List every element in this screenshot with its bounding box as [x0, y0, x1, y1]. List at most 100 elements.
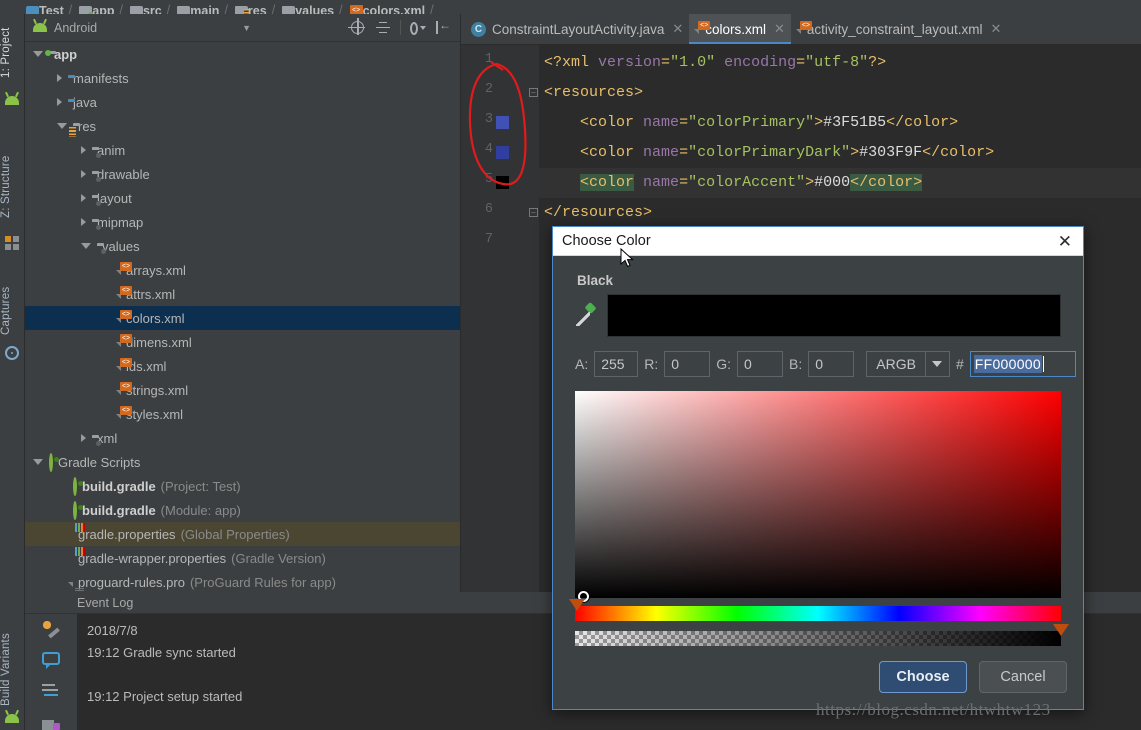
editor-tab-colors-xml[interactable]: colors.xml ✕ [689, 14, 791, 44]
close-icon[interactable]: ✕ [774, 21, 785, 37]
tree-item-gradle-wrapper-properties[interactable]: gradle-wrapper.properties (Gradle Version… [25, 546, 460, 570]
tree-expand-arrow[interactable] [57, 123, 67, 129]
tree-item-layout[interactable]: layout [25, 186, 460, 210]
tree-item-colors-xml[interactable]: colors.xml [25, 306, 460, 330]
green-input[interactable] [737, 351, 784, 377]
breadcrumb-item[interactable]: Test / [26, 0, 77, 14]
tree-expand-arrow[interactable] [81, 146, 86, 154]
target-icon[interactable] [350, 20, 366, 36]
tree-item-mipmap[interactable]: mipmap [25, 210, 460, 234]
gutter-color-swatch[interactable] [496, 176, 509, 189]
tree-item-xml[interactable]: xml [25, 426, 460, 450]
breadcrumb-item[interactable]: src / [129, 0, 175, 14]
cancel-button[interactable]: Cancel [979, 661, 1067, 693]
editor-gutter[interactable]: 1 2 3 4 5 6 7 – – [461, 45, 539, 592]
hex-input[interactable]: FF000000 [969, 351, 1076, 377]
breadcrumb-item[interactable]: main / [177, 0, 233, 14]
hue-slider-knob[interactable] [569, 599, 585, 611]
folder-icon [177, 6, 191, 14]
tree-item-anim[interactable]: anim [25, 138, 460, 162]
tree-item-ids-xml[interactable]: ids.xml [25, 354, 460, 378]
tree-item-dimens-xml[interactable]: dimens.xml [25, 330, 460, 354]
code-fold-toggle[interactable]: – [529, 208, 538, 217]
tree-item-drawable[interactable]: drawable [25, 162, 460, 186]
tree-item-gradle-properties[interactable]: gradle.properties (Global Properties) [25, 522, 460, 546]
collapse-all-icon[interactable] [375, 20, 391, 36]
tree-item-label: mipmap [97, 214, 144, 230]
hide-panel-icon[interactable] [435, 18, 451, 36]
color-mode-select[interactable]: ARGB [866, 351, 950, 377]
tree-expand-arrow[interactable] [81, 434, 86, 442]
choose-button[interactable]: Choose [879, 661, 967, 693]
tree-expand-arrow[interactable] [81, 218, 86, 226]
eyedropper-icon[interactable] [575, 304, 597, 328]
code-line[interactable]: <color name="colorPrimaryDark">#303F9F</… [539, 138, 1141, 168]
tree-expand-arrow[interactable] [81, 170, 86, 178]
sidebar-tab-project[interactable]: 1: Project [0, 18, 25, 88]
tree-item-build-gradle[interactable]: build.gradle (Project: Test) [25, 474, 460, 498]
tree-item-label: colors.xml [126, 310, 185, 326]
breadcrumb-separator: / [119, 3, 123, 14]
breadcrumb-item[interactable]: res / [234, 0, 280, 14]
red-input[interactable] [664, 351, 711, 377]
tree-item-manifests[interactable]: manifests [25, 66, 460, 90]
hue-slider[interactable] [569, 599, 1061, 621]
alpha-slider-knob[interactable] [1053, 624, 1069, 636]
gradle-icon [73, 476, 77, 496]
tree-item-res[interactable]: res [25, 114, 460, 138]
tree-expand-arrow[interactable] [57, 98, 62, 106]
saturation-value-square[interactable] [575, 391, 1061, 602]
gear-icon[interactable] [410, 20, 426, 36]
tree-item-arrays-xml[interactable]: arrays.xml [25, 258, 460, 282]
editor-tab-constraintlayoutactivity-java[interactable]: C ConstraintLayoutActivity.java ✕ [461, 14, 689, 44]
sidebar-tab-label: 1: Project [0, 27, 12, 79]
wrench-icon [42, 620, 60, 637]
tree-item-proguard-rules-pro[interactable]: proguard-rules.pro (ProGuard Rules for ap… [25, 570, 460, 592]
close-icon[interactable]: ✕ [1055, 233, 1075, 250]
breadcrumb-item[interactable]: app / [79, 0, 128, 14]
code-line[interactable]: <color name="colorPrimary">#3F51B5</colo… [539, 108, 1141, 138]
tree-expand-arrow[interactable] [81, 243, 91, 249]
chevron-down-icon[interactable]: ▼ [242, 23, 251, 33]
project-view-selector[interactable]: Android [54, 21, 97, 35]
chevron-down-icon[interactable] [924, 352, 949, 376]
tree-item-styles-xml[interactable]: styles.xml [25, 402, 460, 426]
code-line[interactable]: <color name="colorAccent">#000</color> [539, 168, 1141, 198]
sidebar-tab-captures[interactable]: Captures [0, 276, 25, 346]
gutter-color-swatch[interactable] [496, 116, 509, 129]
breadcrumb-label: main [190, 4, 220, 14]
dialog-title: Choose Color [562, 233, 651, 249]
alpha-slider[interactable] [575, 624, 1069, 646]
breadcrumb-item[interactable]: <> colors.xml / [349, 0, 439, 14]
sidebar-tab-build-variants[interactable]: Build Variants [0, 622, 25, 717]
tree-expand-arrow[interactable] [33, 51, 43, 57]
tree-expand-arrow[interactable] [81, 194, 86, 202]
tree-expand-arrow[interactable] [33, 459, 43, 465]
tree-item-strings-xml[interactable]: strings.xml [25, 378, 460, 402]
tree-item-values[interactable]: values [25, 234, 460, 258]
tree-item-app[interactable]: app [25, 42, 460, 66]
tree-item-build-gradle[interactable]: build.gradle (Module: app) [25, 498, 460, 522]
project-panel: Android ▼ app manifests java resanim drawabl… [25, 14, 461, 592]
sidebar-tab-structure[interactable]: Z: Structure [0, 144, 25, 229]
code-fold-toggle[interactable]: – [529, 88, 538, 97]
toolbar-divider [400, 20, 401, 35]
blue-input[interactable] [808, 351, 855, 377]
gutter-color-swatch[interactable] [496, 146, 509, 159]
code-line[interactable]: </resources> [539, 198, 1141, 228]
tree-item-java[interactable]: java [25, 90, 460, 114]
editor-tab-activity-constraint-layout-xml[interactable]: activity_constraint_layout.xml ✕ [791, 14, 1007, 44]
dialog-title-bar[interactable]: Choose Color ✕ [553, 227, 1083, 256]
code-line[interactable]: <?xml version="1.0" encoding="utf-8"?> [539, 48, 1141, 78]
tree-item-attrs-xml[interactable]: attrs.xml [25, 282, 460, 306]
breadcrumb-item[interactable]: values / [282, 0, 347, 14]
alpha-input[interactable] [594, 351, 639, 377]
tree-expand-arrow[interactable] [57, 74, 62, 82]
project-tree[interactable]: app manifests java res anim drawable layout mip… [25, 42, 460, 592]
tree-item-gradle-scripts[interactable]: Gradle Scripts [25, 450, 460, 474]
code-line[interactable]: <resources> [539, 78, 1141, 108]
close-icon[interactable]: ✕ [672, 21, 683, 37]
choose-color-dialog: Choose Color ✕ Black A: R: G: B: ARGB [552, 226, 1084, 710]
close-icon[interactable]: ✕ [991, 21, 1002, 37]
tree-item-label: strings.xml [126, 382, 189, 398]
